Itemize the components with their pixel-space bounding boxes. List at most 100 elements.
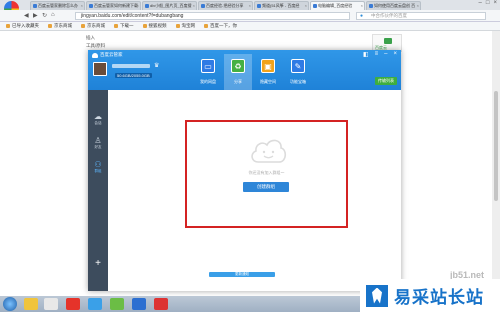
storage-quota: 50.6GB/2055.0GB xyxy=(115,73,152,78)
maximize-icon[interactable]: □ xyxy=(486,0,490,6)
favicon-icon xyxy=(201,4,205,8)
empty-state-text: 你还没有加入群组～ xyxy=(248,170,285,175)
close-icon[interactable]: × xyxy=(493,0,497,6)
sidebar-item-friends[interactable]: ♙ 好友 xyxy=(88,136,108,150)
person-icon: ♙ xyxy=(94,136,102,145)
sidebar-item-chat[interactable]: ☁ 会话 xyxy=(88,112,108,126)
close-tab-icon[interactable]: × xyxy=(417,2,419,10)
search-icon: ● xyxy=(360,13,364,19)
side-item[interactable]: 工具/原料 xyxy=(86,42,105,50)
cloud-widget-icon xyxy=(384,38,392,44)
search-input[interactable]: ● 中合作伙伴的百度 xyxy=(356,12,486,20)
back-icon[interactable]: ◀ xyxy=(24,12,29,19)
start-button-icon[interactable] xyxy=(3,297,17,311)
app-icon[interactable] xyxy=(154,298,168,310)
app-icon[interactable] xyxy=(44,298,58,310)
close-tab-icon[interactable]: × xyxy=(249,2,251,10)
app-window-controls: ◧ ≡ – × xyxy=(363,51,397,58)
star-icon xyxy=(6,24,10,28)
avatar[interactable] xyxy=(93,62,107,76)
url-input[interactable]: jingyan.baidu.com/edit/content?f=dubangb… xyxy=(75,12,350,20)
home-icon[interactable]: ⌂ xyxy=(51,12,55,18)
content-area: 你还没有加入群组～ 创建群组 更新通知 xyxy=(108,90,401,291)
chat-icon: ☁ xyxy=(94,112,102,121)
tab-hidden-space[interactable]: ▣ 隐藏空间 xyxy=(254,54,282,90)
watermark-logo-icon xyxy=(366,284,388,307)
cloud-smile-icon xyxy=(251,139,287,163)
bookmark-icon xyxy=(204,24,208,28)
monitor-icon: ▭ xyxy=(201,59,215,73)
tab[interactable]: 百度云管家如何新建下载 × xyxy=(86,1,141,10)
tab-toolbox[interactable]: ✎ 功能宝箱 xyxy=(284,54,312,90)
tab-bar: 百度云管家删除怎么办 × 百度云管家如何新建下载 × dlv小船_图片页_百度搜 × … xyxy=(0,0,500,16)
sidebar-item-groups[interactable]: ⚇ 群组 xyxy=(88,160,108,174)
highlight-box: 你还没有加入群组～ 创建群组 xyxy=(185,120,348,228)
app-icon[interactable] xyxy=(110,298,124,310)
baidu-cloud-window: 百度云管家 ◧ ≡ – × ♛ 50.6GB/2055.0GB ▭ 我的网盘 ♻… xyxy=(88,50,401,291)
close-tab-icon[interactable]: × xyxy=(361,2,363,10)
menu-icon[interactable]: ≡ xyxy=(375,51,379,58)
bookmark-icon xyxy=(114,24,118,28)
share-icon: ♻ xyxy=(231,59,245,73)
add-icon[interactable]: + xyxy=(88,258,108,269)
page-side-menu: 插入 工具/原料 xyxy=(86,34,105,50)
favicon-icon xyxy=(33,4,37,8)
close-tab-icon[interactable]: × xyxy=(81,2,83,10)
tab-active[interactable]: 电脑编辑_百度经验 × xyxy=(310,1,365,10)
tools-icon: ✎ xyxy=(291,59,305,73)
favicon-icon xyxy=(257,4,261,8)
bookmark-icon xyxy=(142,24,147,28)
page-scrollbar[interactable] xyxy=(492,31,500,296)
bookmark[interactable]: 百度一下，你 xyxy=(204,22,237,30)
close-icon[interactable]: × xyxy=(393,51,397,58)
watermark: 易采站长站 xyxy=(360,279,500,312)
bookmark-icon xyxy=(81,24,85,28)
baidu-cloud-taskbar-icon[interactable] xyxy=(88,298,102,310)
tab[interactable]: 如何使用百度云盘创 百 × xyxy=(366,1,421,10)
tab-share[interactable]: ♻ 分享 xyxy=(224,54,252,90)
window-controls: – □ × xyxy=(479,0,497,6)
address-bar: ◀ ▶ ↻ ⌂ jingyan.baidu.com/edit/content?f… xyxy=(0,10,500,22)
minimize-icon[interactable]: – xyxy=(479,0,482,6)
folder-icon[interactable] xyxy=(24,298,38,310)
cloud-logo-icon xyxy=(92,52,98,58)
bookmark[interactable]: 已导入收藏夹 xyxy=(6,22,39,30)
favicon-icon xyxy=(369,4,373,8)
vip-crown-icon: ♛ xyxy=(154,63,160,69)
app-header: 百度云管家 ◧ ≡ – × ♛ 50.6GB/2055.0GB ▭ 我的网盘 ♻… xyxy=(88,50,401,90)
app-icon[interactable] xyxy=(132,298,146,310)
bookmark[interactable]: 京东商城 xyxy=(81,22,105,30)
close-tab-icon[interactable]: × xyxy=(305,2,307,10)
bookmark-icon xyxy=(48,24,52,28)
tab[interactable]: 频道(51风筝 - 百度经 × xyxy=(254,1,309,10)
forward-icon[interactable]: ▶ xyxy=(33,12,38,19)
skin-icon[interactable]: ◧ xyxy=(363,51,369,58)
bookmark[interactable]: 搜狐视频 xyxy=(142,22,167,30)
lock-icon: ▣ xyxy=(261,59,275,73)
tab[interactable]: 百度云管家删除怎么办 × xyxy=(30,1,85,10)
bookmarks-bar: 已导入收藏夹 京东商城 京东商城 下载一 搜狐视频 淘宝网 百度一下，你 xyxy=(0,22,500,31)
transfer-list-button[interactable]: 传输列表 xyxy=(375,77,397,85)
bookmark[interactable]: 下载一 xyxy=(114,22,134,30)
favicon-icon xyxy=(89,4,93,8)
create-group-button[interactable]: 创建群组 xyxy=(243,182,289,192)
group-icon: ⚇ xyxy=(94,160,102,169)
app-icon[interactable] xyxy=(66,298,80,310)
app-sidebar: ☁ 会话 ♙ 好友 ⚇ 群组 + xyxy=(88,90,108,291)
tab[interactable]: 百度经验-把经验分享 × xyxy=(198,1,253,10)
favicon-icon xyxy=(313,4,317,8)
update-notice-bar[interactable]: 更新通知 xyxy=(209,272,275,277)
username-redacted xyxy=(112,64,150,68)
close-tab-icon[interactable]: × xyxy=(137,2,139,10)
bookmark-icon xyxy=(175,24,180,28)
refresh-icon[interactable]: ↻ xyxy=(42,12,47,19)
main-nav: ▭ 我的网盘 ♻ 分享 ▣ 隐藏空间 ✎ 功能宝箱 xyxy=(194,54,312,90)
bookmark[interactable]: 淘宝网 xyxy=(175,22,195,30)
minimize-icon[interactable]: – xyxy=(384,51,387,58)
tab-my-netdisk[interactable]: ▭ 我的网盘 xyxy=(194,54,222,90)
side-item[interactable]: 插入 xyxy=(86,34,105,42)
tab[interactable]: dlv小船_图片页_百度搜 × xyxy=(142,1,197,10)
close-tab-icon[interactable]: × xyxy=(193,2,195,10)
scrollbar-thumb[interactable] xyxy=(494,91,498,201)
bookmark[interactable]: 京东商城 xyxy=(48,22,72,30)
